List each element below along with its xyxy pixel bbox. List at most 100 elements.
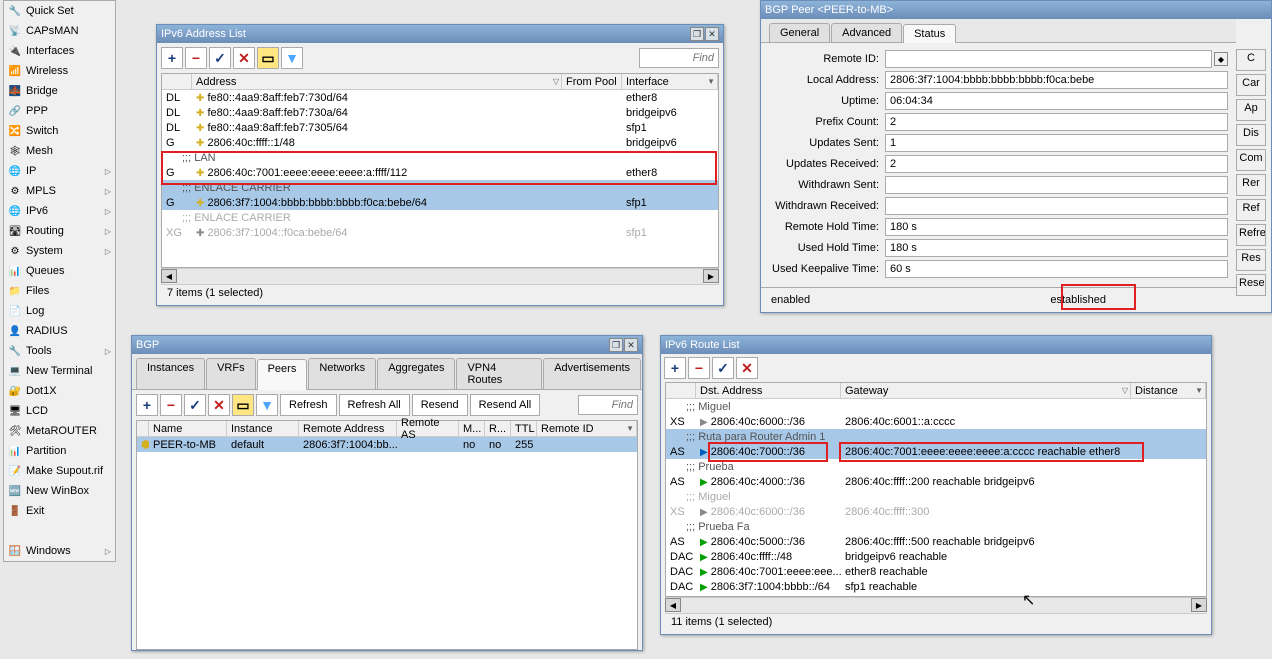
tab-vpn4 routes[interactable]: VPN4 Routes xyxy=(456,358,542,389)
table-comment-row[interactable]: ;;; Miguel xyxy=(666,489,1206,504)
col-dst[interactable]: Dst. Address xyxy=(696,383,841,398)
tab-general[interactable]: General xyxy=(769,23,830,42)
field-value[interactable]: 2 xyxy=(885,113,1228,131)
table-row[interactable]: G✚ 2806:3f7:1004:bbbb:bbbb:bbbb:f0ca:beb… xyxy=(162,195,718,210)
table-row[interactable]: ⬢PEER-to-MBdefault2806:3f7:1004:bb...non… xyxy=(137,437,637,452)
table-comment-row[interactable]: ;;; LAN xyxy=(162,150,718,165)
comment-button[interactable]: ▭ xyxy=(257,47,279,69)
sidebar-item-radius[interactable]: 👤RADIUS xyxy=(4,321,115,341)
remove-button[interactable]: − xyxy=(688,357,710,379)
side-button-ap[interactable]: Ap xyxy=(1236,99,1266,121)
sidebar-item-ppp[interactable]: 🔗PPP xyxy=(4,101,115,121)
sidebar-item-ip[interactable]: 🌐IP▷ xyxy=(4,161,115,181)
refresh-button[interactable]: Refresh xyxy=(280,394,337,416)
sidebar-item-metarouter[interactable]: 🛠MetaROUTER xyxy=(4,421,115,441)
sidebar-item-dot1x[interactable]: 🔐Dot1X xyxy=(4,381,115,401)
add-button[interactable]: + xyxy=(136,394,158,416)
remove-button[interactable]: − xyxy=(185,47,207,69)
table-row[interactable]: G✚ 2806:40c:ffff::1/48bridgeipv6 xyxy=(162,135,718,150)
resend-button[interactable]: Resend xyxy=(412,394,468,416)
add-button[interactable]: + xyxy=(664,357,686,379)
refresh-all-button[interactable]: Refresh All xyxy=(339,394,410,416)
tab-networks[interactable]: Networks xyxy=(308,358,376,389)
col-m[interactable]: M... xyxy=(459,421,485,436)
tab-peers[interactable]: Peers xyxy=(257,359,308,390)
table-row[interactable]: XS▶ 2806:40c:6000::/362806:40c:6001::a:c… xyxy=(666,414,1206,429)
sidebar-item-mesh[interactable]: 🕸Mesh xyxy=(4,141,115,161)
enable-button[interactable]: ✓ xyxy=(184,394,206,416)
close-button[interactable]: ✕ xyxy=(705,27,719,41)
col-gateway[interactable]: Gateway▽ xyxy=(841,383,1131,398)
table-comment-row[interactable]: ;;; Prueba Fa xyxy=(666,519,1206,534)
sidebar-item-mpls[interactable]: ⚙MPLS▷ xyxy=(4,181,115,201)
sidebar-item-make-supout.rif[interactable]: 📝Make Supout.rif xyxy=(4,461,115,481)
enable-button[interactable]: ✓ xyxy=(209,47,231,69)
table-row[interactable]: G✚ 2806:40c:7001:eeee:eeee:eeee:a:ffff/1… xyxy=(162,165,718,180)
col-remote-addr[interactable]: Remote Address xyxy=(299,421,397,436)
side-button-refre[interactable]: Refre xyxy=(1236,224,1266,246)
sidebar-item-tools[interactable]: 🔧Tools▷ xyxy=(4,341,115,361)
sidebar-item-system[interactable]: ⚙System▷ xyxy=(4,241,115,261)
table-row[interactable]: DAC▶ 2806:40c:7001:eeee:eee...ether8 rea… xyxy=(666,564,1206,579)
sidebar-item-new-winbox[interactable]: 🆕New WinBox xyxy=(4,481,115,501)
field-value[interactable]: 180 s xyxy=(885,218,1228,236)
table-comment-row[interactable]: ;;; Miguel xyxy=(666,399,1206,414)
field-value[interactable]: 06:04:34 xyxy=(885,92,1228,110)
table-row[interactable]: DAC▶ 2806:3f7:1004:bbbb::/64sfp1 reachab… xyxy=(666,579,1206,594)
field-value[interactable]: 2 xyxy=(885,155,1228,173)
sidebar-item-switch[interactable]: 🔀Switch xyxy=(4,121,115,141)
remove-button[interactable]: − xyxy=(160,394,182,416)
side-button-c[interactable]: C xyxy=(1236,49,1266,71)
tab-advanced[interactable]: Advanced xyxy=(831,23,902,42)
bgp-peer-titlebar[interactable]: BGP Peer <PEER-to-MB> xyxy=(761,1,1271,19)
route-list-titlebar[interactable]: IPv6 Route List xyxy=(661,336,1211,354)
tab-status[interactable]: Status xyxy=(903,24,956,43)
table-row[interactable]: DAC▶ 2806:40c:ffff::/48bridgeipv6 reacha… xyxy=(666,549,1206,564)
scroll-right[interactable]: ▶ xyxy=(1191,598,1207,612)
side-button-res[interactable]: Res xyxy=(1236,249,1266,271)
col-name[interactable]: Name xyxy=(149,421,227,436)
sidebar-item-routing[interactable]: 🛣Routing▷ xyxy=(4,221,115,241)
sidebar-item-bridge[interactable]: 🌉Bridge xyxy=(4,81,115,101)
col-remote-id[interactable]: Remote ID▼ xyxy=(537,421,637,436)
table-row[interactable]: DL✚ fe80::4aa9:8aff:feb7:730a/64bridgeip… xyxy=(162,105,718,120)
col-r[interactable]: R... xyxy=(485,421,511,436)
sidebar-item-files[interactable]: 📁Files xyxy=(4,281,115,301)
side-button-com[interactable]: Com xyxy=(1236,149,1266,171)
col-distance[interactable]: Distance▼ xyxy=(1131,383,1206,398)
disable-button[interactable]: ✕ xyxy=(233,47,255,69)
filter-button[interactable]: ▼ xyxy=(256,394,278,416)
h-scrollbar[interactable]: ◀ ▶ xyxy=(665,597,1207,613)
side-button-ref[interactable]: Ref xyxy=(1236,199,1266,221)
table-comment-row[interactable]: ;;; ENLACE CARRIER xyxy=(162,210,718,225)
sidebar-item-log[interactable]: 📄Log xyxy=(4,301,115,321)
sidebar-item-quick-set[interactable]: 🔧Quick Set xyxy=(4,1,115,21)
side-button-rer[interactable]: Rer xyxy=(1236,174,1266,196)
close-button[interactable]: ✕ xyxy=(624,338,638,352)
field-value[interactable] xyxy=(885,197,1228,215)
tab-instances[interactable]: Instances xyxy=(136,358,205,389)
col-instance[interactable]: Instance xyxy=(227,421,299,436)
sidebar-item-partition[interactable]: 📊Partition xyxy=(4,441,115,461)
table-row[interactable]: DL✚ fe80::4aa9:8aff:feb7:7305/64sfp1 xyxy=(162,120,718,135)
tab-vrfs[interactable]: VRFs xyxy=(206,358,256,389)
restore-button[interactable]: ❐ xyxy=(690,27,704,41)
enable-button[interactable]: ✓ xyxy=(712,357,734,379)
bgp-titlebar[interactable]: BGP ❐ ✕ xyxy=(132,336,642,354)
col-interface[interactable]: Interface▼ xyxy=(622,74,718,89)
table-row[interactable]: XS▶ 2806:40c:6000::/362806:40c:ffff::300 xyxy=(666,504,1206,519)
sidebar-item-windows[interactable]: 🪟Windows▷ xyxy=(4,541,115,561)
col-address[interactable]: Address▽ xyxy=(192,74,562,89)
col-pool[interactable]: From Pool xyxy=(562,74,622,89)
field-value[interactable] xyxy=(885,50,1212,68)
sidebar-item-queues[interactable]: 📊Queues xyxy=(4,261,115,281)
side-button-car[interactable]: Car xyxy=(1236,74,1266,96)
table-row[interactable]: AS▶ 2806:40c:4000::/362806:40c:ffff::200… xyxy=(666,474,1206,489)
sidebar-item-capsman[interactable]: 📡CAPsMAN xyxy=(4,21,115,41)
table-row[interactable]: DL✚ fe80::4aa9:8aff:feb7:730d/64ether8 xyxy=(162,90,718,105)
field-value[interactable]: 60 s xyxy=(885,260,1228,278)
col-flag[interactable] xyxy=(162,74,192,89)
sidebar-item-exit[interactable]: 🚪Exit xyxy=(4,501,115,521)
disable-button[interactable]: ✕ xyxy=(736,357,758,379)
find-input[interactable] xyxy=(639,48,719,68)
